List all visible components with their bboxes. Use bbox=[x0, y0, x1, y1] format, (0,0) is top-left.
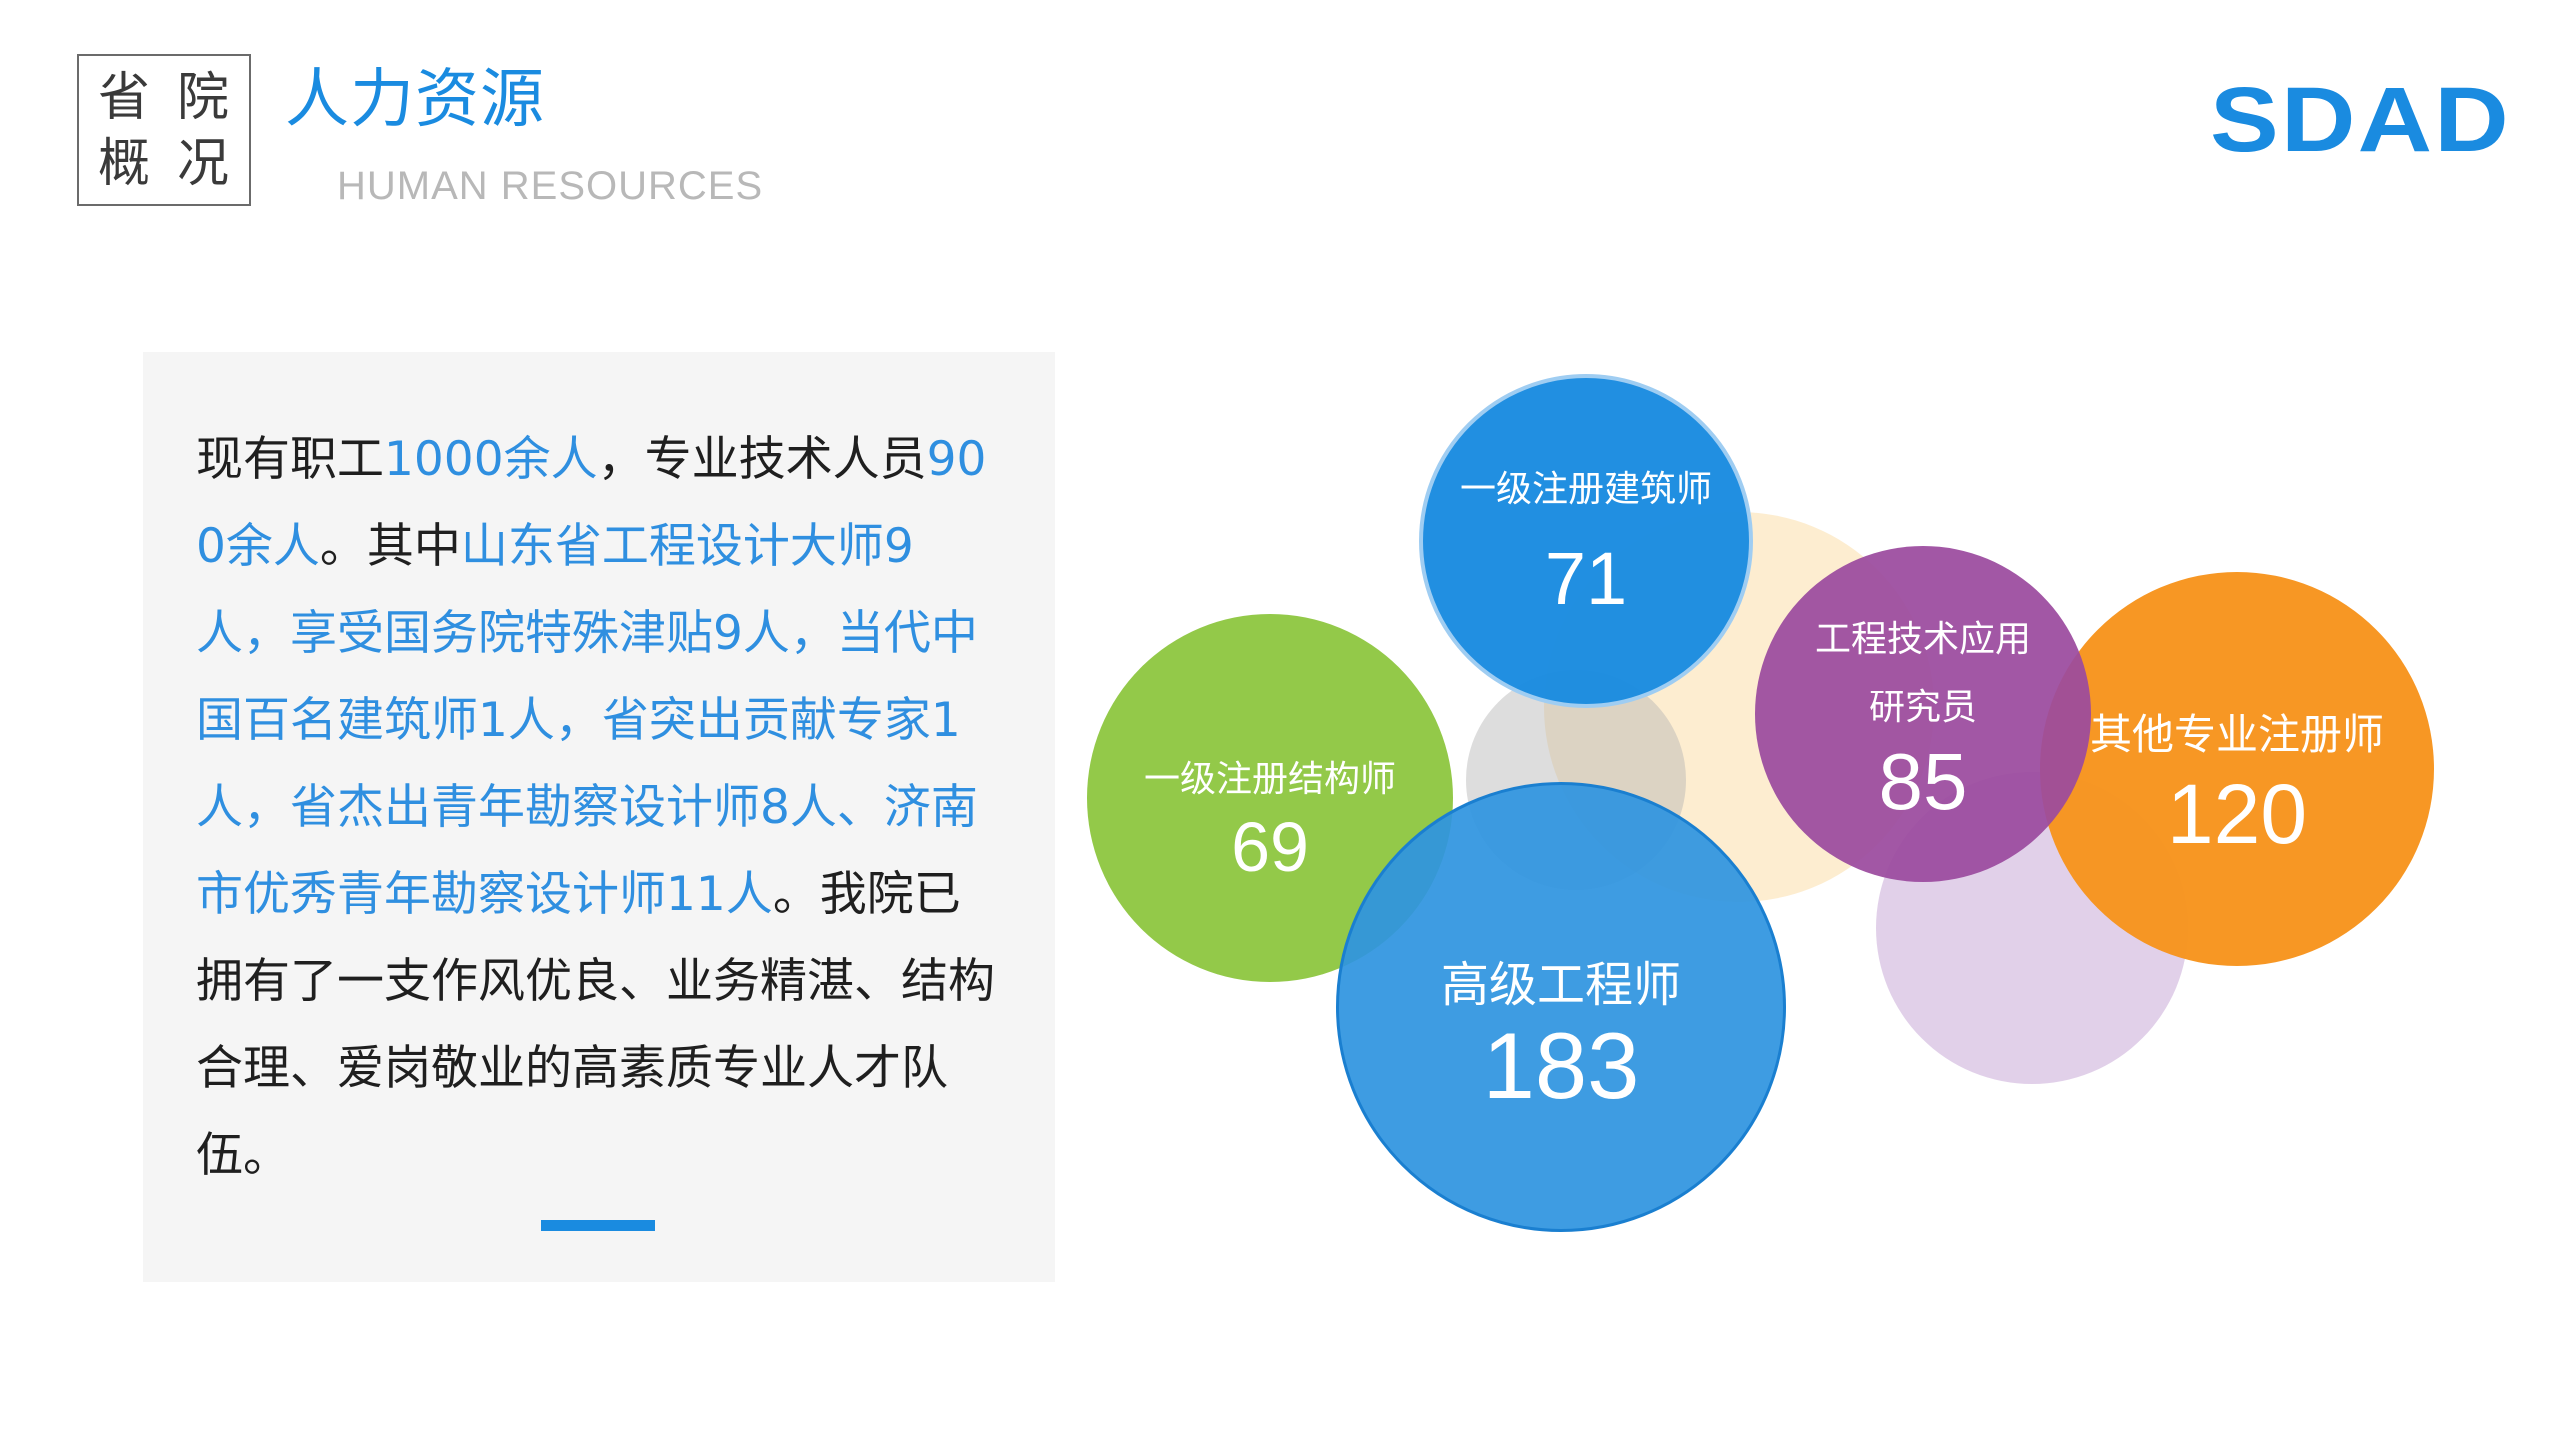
bubble-other-registered: 其他专业注册师 120 bbox=[2040, 572, 2434, 966]
bubble-value: 85 bbox=[1878, 737, 1968, 826]
logo: SDAD bbox=[2210, 69, 2511, 171]
bubble-value: 120 bbox=[2166, 767, 2308, 861]
intro-segment: ，专业技术人员 bbox=[597, 432, 927, 487]
intro-segment: 。其中 bbox=[319, 519, 461, 574]
bubble-researcher: 工程技术应用 研究员 85 bbox=[1755, 546, 2091, 882]
bubble-value: 183 bbox=[1482, 1013, 1640, 1118]
intro-highlight: 1000余人 bbox=[384, 432, 598, 487]
intro-text: 现有职工1000余人，专业技术人员900余人。其中山东省工程设计大师9人，享受国… bbox=[196, 416, 1006, 1199]
bubble-senior-engineer: 高级工程师 183 bbox=[1336, 782, 1786, 1232]
bubble-label: 一级注册结构师 bbox=[1143, 759, 1396, 800]
page-title: 人力资源 bbox=[285, 63, 545, 137]
intro-panel: 现有职工1000余人，专业技术人员900余人。其中山东省工程设计大师9人，享受国… bbox=[143, 352, 1055, 1282]
bubble-label: 其他专业注册师 bbox=[2089, 710, 2384, 759]
intro-highlight: 山东省工程设计大师9人，享受国务院特殊津贴9人，当代中国百名建筑师1人，省突出贡… bbox=[196, 519, 978, 922]
bubble-architect: 一级注册建筑师 71 bbox=[1419, 374, 1753, 708]
section-char: 况 bbox=[177, 134, 230, 194]
intro-segment: 现有职工 bbox=[196, 432, 384, 487]
section-char: 院 bbox=[177, 68, 230, 128]
bubble-label-line2: 研究员 bbox=[1868, 687, 1977, 728]
accent-line bbox=[541, 1220, 655, 1231]
section-char: 省 bbox=[98, 68, 151, 128]
slide: 省 院 概 况 人力资源 HUMAN RESOURCES SDAD 现有职工10… bbox=[0, 0, 2559, 1440]
section-char: 概 bbox=[98, 134, 151, 194]
bubble-label: 工程技术应用 bbox=[1814, 619, 2031, 660]
page-subtitle: HUMAN RESOURCES bbox=[337, 164, 764, 208]
bubble-label: 一级注册建筑师 bbox=[1459, 469, 1712, 510]
bubble-label: 高级工程师 bbox=[1440, 957, 1681, 1013]
bubble-value: 71 bbox=[1544, 537, 1628, 620]
section-box: 省 院 概 况 bbox=[77, 54, 251, 206]
